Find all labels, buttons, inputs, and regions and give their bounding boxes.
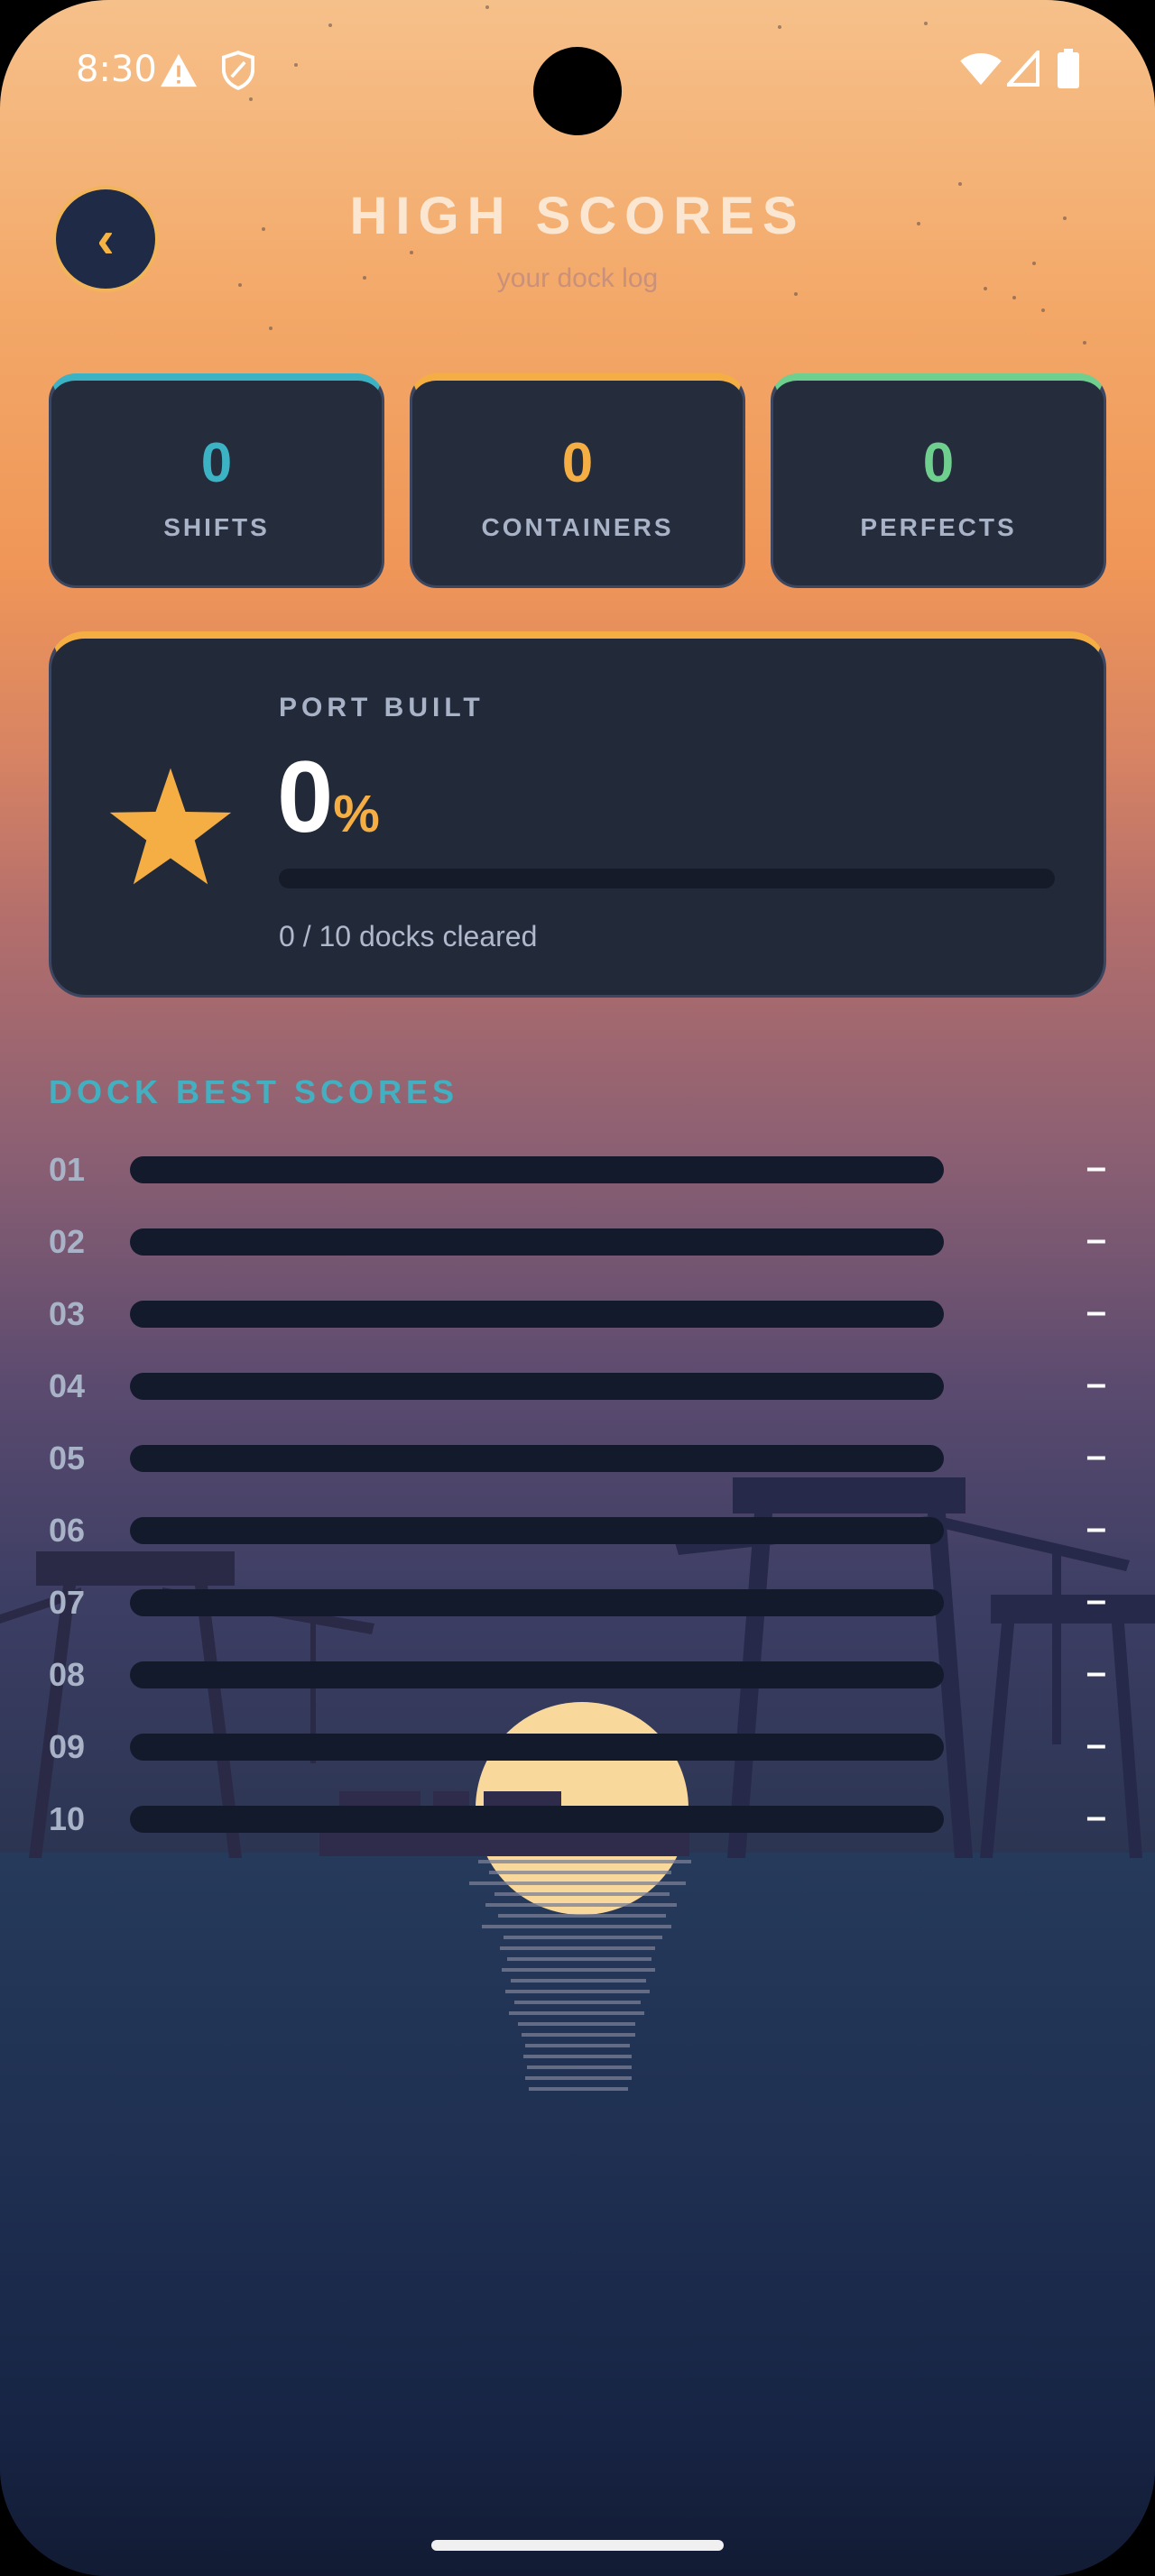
dock-number: 02	[49, 1223, 86, 1260]
score-bar	[130, 1156, 944, 1183]
stat-card-perfects: 0 PERFECTS	[771, 373, 1106, 588]
score-row: 09 –	[49, 1725, 1106, 1770]
score-row: 04 –	[49, 1364, 1106, 1409]
home-indicator[interactable]	[431, 2540, 724, 2551]
score-row: 01 –	[49, 1147, 1106, 1192]
stat-label: CONTAINERS	[481, 513, 674, 541]
page-title: HIGH SCORES	[349, 187, 806, 245]
wifi-icon	[960, 52, 1002, 86]
score-row: 06 –	[49, 1508, 1106, 1553]
dock-number: 03	[49, 1295, 86, 1332]
signal-icon	[1007, 51, 1040, 87]
port-built-card: PORT BUILT 0% 0 / 10 docks cleared	[49, 631, 1106, 998]
stat-label: PERFECTS	[860, 513, 1017, 541]
score-bar	[130, 1301, 944, 1328]
dock-score: –	[1086, 1436, 1106, 1476]
dock-score: –	[1086, 1652, 1106, 1692]
score-row: 05 –	[49, 1436, 1106, 1481]
port-progress-caption: 0 / 10 docks cleared	[279, 920, 538, 952]
screen: 8:30 ‹ HIGH SCORES your dock log 0 SHIFT…	[0, 0, 1155, 2576]
sea	[0, 1853, 1155, 2576]
dock-number: 06	[49, 1512, 86, 1549]
dock-number: 07	[49, 1584, 86, 1621]
dock-number: 09	[49, 1728, 86, 1765]
port-percent-unit: %	[333, 785, 380, 843]
battery-icon	[1058, 49, 1079, 88]
dock-score: –	[1086, 1364, 1106, 1403]
score-row: 07 –	[49, 1580, 1106, 1625]
port-built-label: PORT BUILT	[279, 693, 485, 722]
status-time: 8:30	[76, 49, 157, 90]
dock-score: –	[1086, 1580, 1106, 1620]
stat-value: 0	[561, 432, 594, 494]
dock-score: –	[1086, 1292, 1106, 1331]
stat-value: 0	[922, 432, 955, 494]
dock-number: 05	[49, 1440, 86, 1477]
dock-number: 10	[49, 1800, 86, 1837]
dock-score: –	[1086, 1219, 1106, 1259]
dock-score: –	[1086, 1725, 1106, 1764]
port-built-value: 0%	[277, 747, 380, 848]
dock-scores-title: DOCK BEST SCORES	[49, 1073, 459, 1110]
dock-number: 01	[49, 1151, 86, 1188]
page-subtitle: your dock log	[496, 263, 659, 293]
score-bar	[130, 1373, 944, 1400]
port-percent-number: 0	[277, 741, 334, 853]
dock-number: 08	[49, 1656, 86, 1693]
score-bar	[130, 1806, 944, 1833]
score-bar	[130, 1445, 944, 1472]
score-row: 03 –	[49, 1292, 1106, 1337]
dock-score: –	[1086, 1147, 1106, 1187]
score-bar	[130, 1734, 944, 1761]
score-bar	[130, 1517, 944, 1544]
shield-icon	[222, 51, 254, 90]
stat-card-containers: 0 CONTAINERS	[410, 373, 745, 588]
port-progress-bar	[279, 869, 1055, 888]
dock-score: –	[1086, 1797, 1106, 1836]
camera-cutout	[533, 47, 622, 135]
star-icon	[109, 768, 232, 885]
score-row: 02 –	[49, 1219, 1106, 1265]
score-row: 10 –	[49, 1797, 1106, 1842]
dock-score: –	[1086, 1508, 1106, 1548]
warning-icon	[161, 53, 197, 87]
stat-label: SHIFTS	[163, 513, 270, 541]
dock-number: 04	[49, 1367, 86, 1404]
stat-value: 0	[200, 432, 233, 494]
score-bar	[130, 1661, 944, 1688]
score-bar	[130, 1228, 944, 1256]
score-bar	[130, 1589, 944, 1616]
stat-card-shifts: 0 SHIFTS	[49, 373, 384, 588]
score-row: 08 –	[49, 1652, 1106, 1697]
